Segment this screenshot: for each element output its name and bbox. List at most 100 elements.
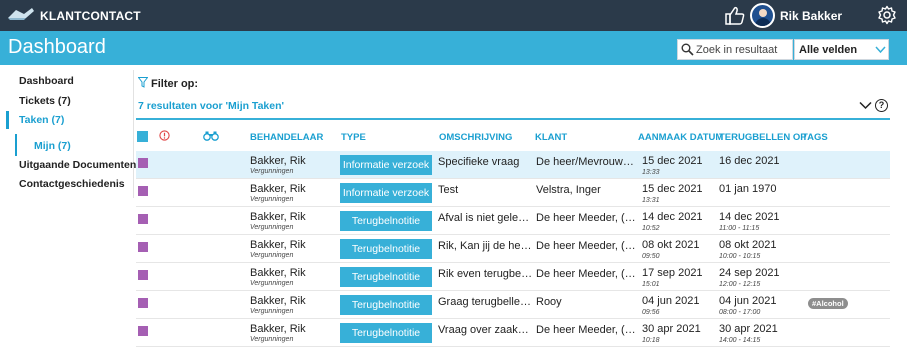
sidebar-item-dashboard[interactable]: Dashboard bbox=[6, 72, 134, 90]
row-afdeling: Vergunningen bbox=[250, 196, 294, 203]
filter-icon bbox=[137, 77, 149, 91]
row-omschrijving: Afval is niet geleegd! bbox=[438, 212, 534, 224]
row-aanmaak-tijd: 13:31 bbox=[642, 197, 660, 204]
row-terugbellen-tijd: 08:00 - 17:00 bbox=[719, 309, 761, 316]
row-type-button[interactable]: Terugbelnotitie bbox=[340, 211, 432, 231]
row-afdeling: Vergunningen bbox=[250, 336, 294, 343]
row-klant: De heer Meeder, (T.D) Ted bbox=[536, 324, 636, 336]
row-terugbellen-datum: 30 apr 2021 bbox=[719, 323, 778, 335]
row-afdeling: Vergunningen bbox=[250, 252, 294, 259]
column-header-behandelaar[interactable]: BEHANDELAAR bbox=[250, 132, 323, 143]
sub-nav-indicator bbox=[15, 134, 17, 156]
row-aanmaak-datum: 08 okt 2021 bbox=[642, 239, 700, 251]
row-terugbellen-datum: 01 jan 1970 bbox=[719, 183, 777, 195]
table-row[interactable]: Bakker, Rik Vergunningen Terugbelnotitie… bbox=[136, 235, 890, 263]
chevron-down-icon[interactable] bbox=[875, 44, 886, 58]
table-row[interactable]: Bakker, Rik Vergunningen Terugbelnotitie… bbox=[136, 319, 890, 347]
row-checkbox[interactable] bbox=[138, 158, 148, 168]
row-omschrijving: Test bbox=[438, 184, 459, 196]
help-icon[interactable]: ? bbox=[875, 99, 888, 112]
row-afdeling: Vergunningen bbox=[250, 280, 294, 287]
top-bar: KLANTCONTACT Rik Bakker bbox=[0, 0, 907, 31]
row-checkbox[interactable] bbox=[138, 270, 148, 280]
table-row[interactable]: Bakker, Rik Vergunningen Terugbelnotitie… bbox=[136, 263, 890, 291]
sidebar: Dashboard Tickets (7) Taken (7) Mijn (7)… bbox=[6, 70, 152, 198]
row-type-button[interactable]: Terugbelnotitie bbox=[340, 239, 432, 259]
row-type-button[interactable]: Informatie verzoek bbox=[340, 155, 432, 175]
alert-icon[interactable] bbox=[159, 130, 170, 144]
row-checkbox[interactable] bbox=[138, 326, 148, 336]
column-header-terugbellen-op[interactable]: TERUGBELLEN OP bbox=[719, 132, 807, 143]
search-box[interactable] bbox=[677, 39, 793, 60]
row-terugbellen-datum: 14 dec 2021 bbox=[719, 211, 780, 223]
row-checkbox[interactable] bbox=[138, 214, 148, 224]
chevron-down-icon[interactable] bbox=[859, 101, 872, 113]
column-header-aanmaak-datum[interactable]: AANMAAK DATUM bbox=[638, 132, 723, 143]
select-all-checkbox[interactable] bbox=[137, 131, 148, 142]
sidebar-item-uitgaande-documenten[interactable]: Uitgaande Documenten (0) bbox=[6, 156, 152, 174]
row-terugbellen-datum: 04 jun 2021 bbox=[719, 295, 777, 307]
row-behandelaar: Bakker, Rik bbox=[250, 183, 306, 195]
table-row[interactable]: Bakker, Rik Vergunningen Informatie verz… bbox=[136, 151, 890, 179]
row-aanmaak-datum: 15 dec 2021 bbox=[642, 183, 703, 195]
row-type-button[interactable]: Terugbelnotitie bbox=[340, 267, 432, 287]
table-row[interactable]: Bakker, Rik Vergunningen Terugbelnotitie… bbox=[136, 207, 890, 235]
brand[interactable]: KLANTCONTACT bbox=[8, 8, 141, 23]
row-terugbellen-datum: 08 okt 2021 bbox=[719, 239, 777, 251]
column-header-tags[interactable]: TAGS bbox=[802, 132, 828, 143]
row-type-button[interactable]: Informatie verzoek bbox=[340, 183, 432, 203]
row-aanmaak-datum: 30 apr 2021 bbox=[642, 323, 701, 335]
row-omschrijving: Specifieke vraag bbox=[438, 156, 520, 168]
row-aanmaak-tijd: 10:18 bbox=[642, 337, 660, 344]
binoculars-icon[interactable] bbox=[203, 131, 219, 144]
row-klant: De heer Meeder, () Ted bbox=[536, 212, 636, 224]
row-behandelaar: Bakker, Rik bbox=[250, 267, 306, 279]
row-behandelaar: Bakker, Rik bbox=[250, 239, 306, 251]
row-behandelaar: Bakker, Rik bbox=[250, 295, 306, 307]
page-title: Dashboard bbox=[8, 36, 106, 58]
table-row[interactable]: Bakker, Rik Vergunningen Terugbelnotitie… bbox=[136, 291, 890, 319]
row-afdeling: Vergunningen bbox=[250, 168, 294, 175]
row-checkbox[interactable] bbox=[138, 242, 148, 252]
row-tag-badge[interactable]: #Alcohol bbox=[808, 298, 848, 309]
field-select[interactable]: Alle velden bbox=[794, 39, 889, 60]
row-klant: De heer Meeder, (Ted) Ted bbox=[536, 268, 636, 280]
row-klant: De heer/Mevrouw Velstra bbox=[536, 156, 636, 168]
column-header-klant[interactable]: KLANT bbox=[535, 132, 567, 143]
row-klant: Rooy bbox=[536, 296, 562, 308]
row-type-button[interactable]: Terugbelnotitie bbox=[340, 295, 432, 315]
row-aanmaak-datum: 15 dec 2021 bbox=[642, 155, 703, 167]
row-aanmaak-tijd: 09:50 bbox=[642, 253, 660, 260]
sidebar-item-mijn[interactable]: Mijn (7) bbox=[18, 137, 146, 155]
sidebar-item-contactgeschiedenis[interactable]: Contactgeschiedenis bbox=[6, 175, 134, 193]
row-terugbellen-tijd: 10:00 - 10:15 bbox=[719, 253, 761, 260]
field-select-value: Alle velden bbox=[799, 44, 858, 56]
row-behandelaar: Bakker, Rik bbox=[250, 323, 306, 335]
filter-label: Filter op: bbox=[151, 78, 199, 90]
table-row[interactable]: Bakker, Rik Vergunningen Informatie verz… bbox=[136, 179, 890, 207]
logo-icon bbox=[8, 8, 34, 23]
row-checkbox[interactable] bbox=[138, 298, 148, 308]
row-type-button[interactable]: Terugbelnotitie bbox=[340, 323, 432, 343]
row-omschrijving: Rik, Kan jij de heer Meeder terugbellen? bbox=[438, 240, 534, 252]
gear-icon[interactable] bbox=[877, 5, 897, 28]
sidebar-item-tickets[interactable]: Tickets (7) bbox=[6, 92, 134, 110]
user-avatar[interactable] bbox=[750, 3, 775, 28]
row-aanmaak-datum: 14 dec 2021 bbox=[642, 211, 703, 223]
row-omschrijving: Rik even terugbellen. bbox=[438, 268, 534, 280]
page-header: Dashboard Alle velden bbox=[0, 31, 907, 65]
results-summary: 7 resultaten voor 'Mijn Taken' bbox=[138, 100, 285, 112]
filter-toggle[interactable]: Filter op: bbox=[137, 77, 199, 91]
user-name[interactable]: Rik Bakker bbox=[780, 9, 842, 23]
row-checkbox[interactable] bbox=[138, 186, 148, 196]
search-icon[interactable] bbox=[681, 43, 694, 59]
search-input[interactable] bbox=[696, 42, 790, 57]
row-afdeling: Vergunningen bbox=[250, 308, 294, 315]
column-header-omschrijving[interactable]: OMSCHRIJVING bbox=[439, 132, 512, 143]
row-aanmaak-datum: 17 sep 2021 bbox=[642, 267, 703, 279]
column-header-type[interactable]: TYPE bbox=[341, 132, 366, 143]
sidebar-item-taken[interactable]: Taken (7) bbox=[6, 111, 134, 129]
thumbs-up-icon[interactable] bbox=[725, 6, 745, 28]
row-omschrijving: Graag terugbellen vragen over afval bbox=[438, 296, 534, 308]
results-bar: 7 resultaten voor 'Mijn Taken' ? bbox=[136, 95, 890, 120]
